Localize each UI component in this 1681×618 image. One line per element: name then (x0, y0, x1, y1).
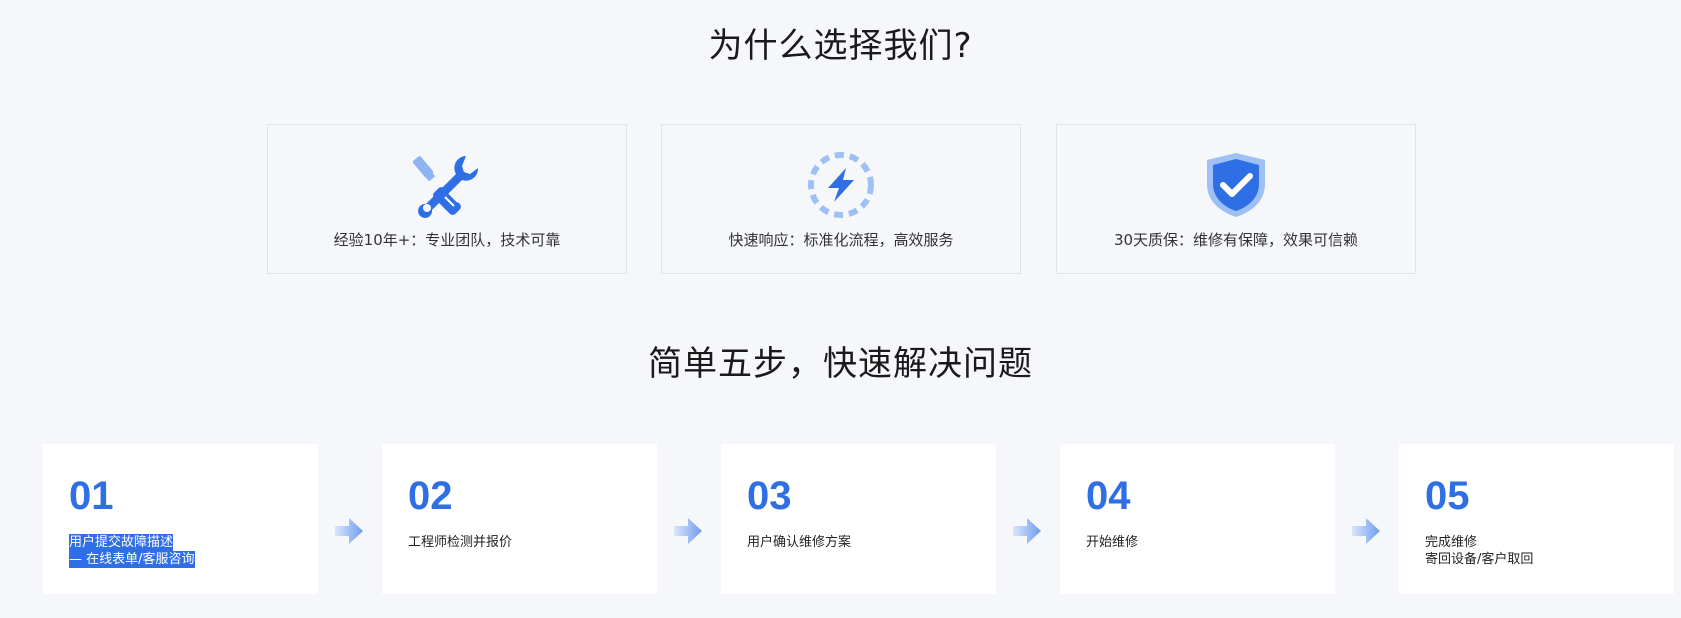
feature-card-experience: 经验10年+：专业团队，技术可靠 (267, 124, 627, 274)
feature-text: 30天质保：维修有保障，效果可信赖 (1113, 231, 1359, 249)
steps-row: 01 用户提交故障描述 — 在线表单/客服咨询 02 工程师检测并报价 03 用… (43, 444, 1674, 594)
step-number: 05 (1425, 474, 1470, 518)
step-number: 02 (408, 474, 453, 518)
step-card-2: 02 工程师检测并报价 (382, 444, 657, 594)
step-line: 寄回设备/客户取回 (1425, 552, 1534, 567)
step-line: 开始维修 (1086, 535, 1139, 550)
step-number: 03 (747, 474, 792, 518)
step-line: 工程师检测并报价 (408, 535, 513, 550)
features-row: 经验10年+：专业团队，技术可靠 快速响应：标准化流程，高效服务 30天质保：维… (267, 124, 1417, 274)
step-line: 用户确认维修方案 (747, 535, 852, 550)
feature-text: 快速响应：标准化流程，高效服务 (728, 231, 954, 249)
feature-text: 经验10年+：专业团队，技术可靠 (333, 231, 561, 249)
feature-card-response: 快速响应：标准化流程，高效服务 (661, 124, 1021, 274)
step-number: 01 (69, 474, 114, 518)
why-choose-us-title: 为什么选择我们? (708, 26, 973, 66)
feature-card-warranty: 30天质保：维修有保障，效果可信赖 (1056, 124, 1416, 274)
step-line: — 在线表单/客服咨询 (69, 551, 195, 568)
arrow-right-icon (1013, 518, 1041, 544)
step-card-1: 01 用户提交故障描述 — 在线表单/客服咨询 (43, 444, 318, 594)
arrow-right-icon (1352, 518, 1380, 544)
step-card-4: 04 开始维修 (1060, 444, 1335, 594)
step-description: 工程师检测并报价 (408, 534, 512, 551)
arrow-right-icon (335, 518, 363, 544)
step-number: 04 (1086, 474, 1131, 518)
step-line: 完成维修 (1425, 535, 1478, 550)
step-line: 用户提交故障描述 (69, 534, 174, 551)
page: 为什么选择我们? 经验10年+：专业团队，技术可靠 快速响应：标准化流程，高效服… (0, 0, 1681, 618)
step-description: 用户确认维修方案 (747, 534, 851, 551)
wrench-screwdriver-icon (268, 151, 626, 219)
step-description: 完成维修 寄回设备/客户取回 (1425, 534, 1533, 568)
step-card-3: 03 用户确认维修方案 (721, 444, 996, 594)
shield-check-icon (1057, 151, 1415, 219)
step-description[interactable]: 用户提交故障描述 — 在线表单/客服咨询 (69, 534, 195, 568)
steps-title: 简单五步，快速解决问题 (648, 344, 1033, 384)
step-description: 开始维修 (1086, 534, 1138, 551)
lightning-icon (662, 151, 1020, 219)
step-card-5: 05 完成维修 寄回设备/客户取回 (1399, 444, 1674, 594)
arrow-right-icon (674, 518, 702, 544)
